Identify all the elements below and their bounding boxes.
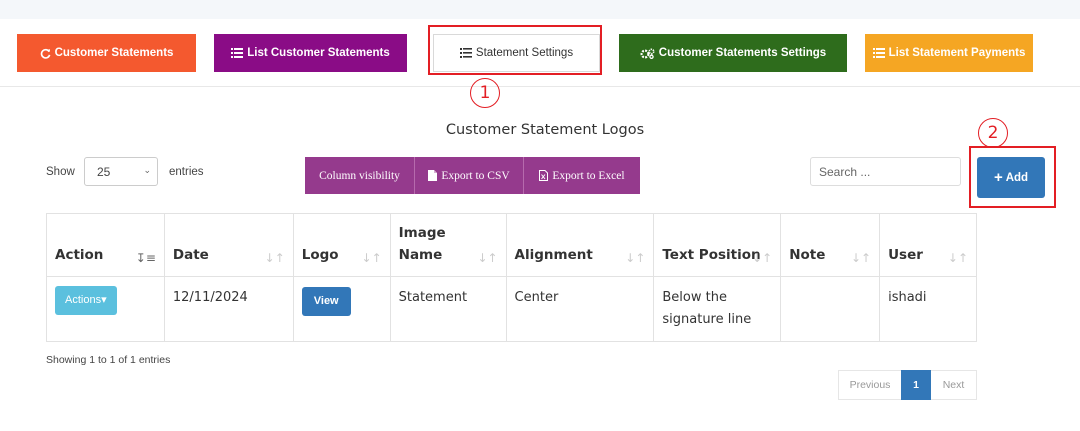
caret-down-icon: ▾ (101, 294, 107, 306)
gears-icon (640, 47, 655, 59)
table-info-text: Showing 1 to 1 of 1 entries (46, 354, 171, 366)
export-csv-button[interactable]: Export to CSV (415, 157, 524, 194)
tab-label: Customer Statements Settings (658, 47, 827, 59)
table-header-row: Action ↧≡ Date ↓↑ Logo ↓↑ Image Name ↓↑ Alig… (46, 213, 977, 277)
sort-icon: ↓↑ (752, 251, 773, 265)
column-header-image-name[interactable]: Image Name ↓↑ (389, 213, 507, 277)
tabs-divider (0, 86, 1080, 87)
list-icon (872, 48, 885, 58)
sort-icon: ↓↑ (625, 251, 646, 265)
annotation-marker-1: 1 (470, 78, 500, 108)
cell-user: ishadi (879, 276, 977, 342)
export-excel-label: Export to Excel (552, 169, 625, 182)
tab-label: Customer Statements (54, 47, 174, 59)
view-logo-button[interactable]: View (301, 287, 351, 316)
highlight-box-statement-settings (428, 25, 602, 75)
top-strip (0, 0, 1080, 19)
column-header-text-position[interactable]: Text Position ↓↑ (653, 213, 782, 277)
page-length-value: 25 (97, 165, 111, 179)
excel-file-icon (539, 170, 549, 181)
tab-list-statement-payments[interactable]: List Statement Payments (865, 34, 1033, 72)
file-icon (428, 170, 438, 181)
chevron-down-icon: ⌄ (143, 165, 151, 175)
cell-logo: View (292, 276, 391, 342)
cell-alignment: Center (505, 276, 655, 342)
sort-icon: ↓↑ (361, 251, 382, 265)
export-excel-button[interactable]: Export to Excel (524, 157, 640, 194)
column-visibility-button[interactable]: Column visibility (305, 157, 415, 194)
highlight-box-add-button (969, 146, 1056, 208)
show-label: Show (46, 166, 75, 178)
sort-desc-icon: ↧≡ (135, 251, 156, 265)
sort-icon: ↓↑ (477, 251, 498, 265)
column-header-logo[interactable]: Logo ↓↑ (292, 213, 391, 277)
cell-text-position: Below the signature line (653, 276, 782, 342)
pagination-page-1[interactable]: 1 (901, 370, 931, 400)
export-csv-label: Export to CSV (441, 169, 510, 182)
annotation-marker-2: 2 (978, 118, 1008, 148)
export-button-group: Column visibility Export to CSV Export t… (305, 157, 640, 194)
table-row: Actions▾ 12/11/2024 View Statement Cente… (46, 276, 977, 342)
column-header-alignment[interactable]: Alignment ↓↑ (505, 213, 655, 277)
tab-customer-statements[interactable]: Customer Statements (17, 34, 196, 72)
sort-icon: ↓↑ (264, 251, 285, 265)
search-input[interactable] (810, 157, 961, 186)
list-icon (231, 48, 244, 58)
entries-label: entries (169, 166, 204, 178)
pagination: Previous 1 Next (838, 370, 977, 400)
refresh-icon (40, 48, 51, 59)
column-header-action[interactable]: Action ↧≡ (46, 213, 165, 277)
column-header-note[interactable]: Note ↓↑ (780, 213, 881, 277)
cell-note (780, 276, 881, 342)
sort-icon: ↓↑ (850, 251, 872, 265)
cell-image-name: Statement (389, 276, 507, 342)
column-visibility-label: Column visibility (319, 169, 400, 182)
tab-customer-statements-settings[interactable]: Customer Statements Settings (619, 34, 847, 72)
tab-label: List Customer Statements (247, 47, 390, 59)
logos-table: Action ↧≡ Date ↓↑ Logo ↓↑ Image Name ↓↑ Alig… (46, 213, 977, 342)
actions-dropdown-button[interactable]: Actions▾ (55, 286, 117, 315)
column-header-user[interactable]: User ↓↑ (879, 213, 977, 277)
page-title: Customer Statement Logos (445, 122, 645, 138)
cell-action: Actions▾ (46, 276, 165, 342)
cell-date: 12/11/2024 (163, 276, 294, 342)
pagination-next[interactable]: Next (931, 370, 977, 400)
tab-label: List Statement Payments (888, 47, 1026, 59)
tab-list-customer-statements[interactable]: List Customer Statements (214, 34, 407, 72)
column-header-date[interactable]: Date ↓↑ (163, 213, 294, 277)
sort-icon: ↓↑ (947, 251, 968, 265)
page-length-select[interactable]: 25 ⌄ (84, 157, 158, 186)
pagination-previous[interactable]: Previous (838, 370, 901, 400)
